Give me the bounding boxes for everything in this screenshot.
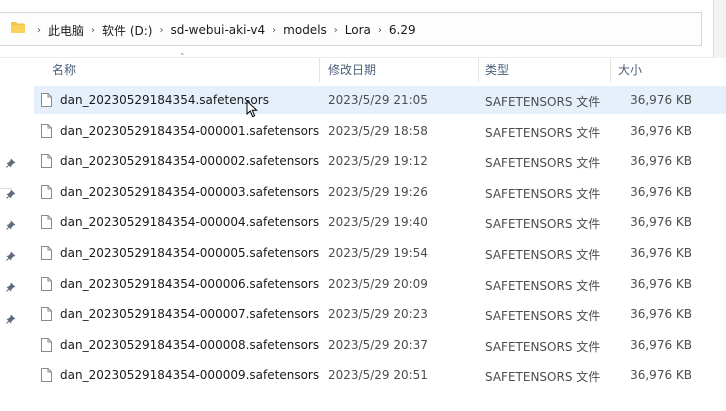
file-icon [41,154,52,169]
file-size: 36,976 KB [630,123,692,138]
column-header-date[interactable]: 修改日期 [328,61,376,78]
pin-icon[interactable] [6,158,16,168]
file-size: 36,976 KB [630,368,692,383]
file-type: SAFETENSORS 文件 [485,95,601,109]
file-icon [41,215,52,230]
pin-icon[interactable] [6,251,16,261]
breadcrumb-item[interactable]: Lora [345,23,371,37]
chevron-right-icon[interactable]: › [37,25,41,36]
sort-up-icon[interactable]: ˄ [180,53,185,63]
file-icon [41,307,52,322]
file-date: 2023/5/29 19:26 [328,184,428,199]
file-type: SAFETENSORS 文件 [485,217,601,232]
file-size: 36,976 KB [630,246,692,260]
breadcrumb: › 此电脑 › 软件 (D:) › sd-webui-aki-v4 › models › Lora… [30,22,416,38]
address-bar: › 此电脑 › 软件 (D:) › sd-webui-aki-v4 › models › Lora… [0,0,726,58]
file-row[interactable]: dan_20230529184354-000008.safetensors 202… [34,331,726,359]
file-type: SAFETENSORS 文件 [485,156,601,171]
column-divider[interactable] [610,58,611,82]
file-row[interactable]: dan_20230529184354-000006.safetensors 202… [34,270,726,298]
file-type: SAFETENSORS 文件 [485,248,601,262]
pin-icon[interactable] [6,220,16,230]
file-date: 2023/5/29 20:51 [328,368,428,383]
file-type: SAFETENSORS 文件 [485,125,601,140]
file-row[interactable]: dan_20230529184354-000003.safetensors 202… [34,178,726,206]
file-icon [41,337,52,352]
file-size: 36,976 KB [630,154,692,169]
column-divider[interactable] [478,58,479,82]
chevron-right-icon[interactable]: › [272,25,276,36]
file-date: 2023/5/29 19:54 [328,246,428,260]
folder-icon [11,22,25,33]
file-icon [41,368,52,383]
file-row[interactable]: dan_20230529184354-000001.safetensors 202… [34,117,726,145]
chevron-right-icon[interactable]: › [378,25,382,36]
file-name: dan_20230529184354-000007.safetensors [60,307,320,322]
file-date: 2023/5/29 20:09 [328,276,428,291]
file-row[interactable]: dan_20230529184354-000007.safetensors 202… [34,300,726,328]
file-row[interactable]: dan_20230529184354-000004.safetensors 202… [34,208,726,236]
file-size: 36,976 KB [630,184,692,199]
pin-icon[interactable] [6,314,16,324]
chevron-right-icon[interactable]: › [334,25,338,36]
file-name: dan_20230529184354-000008.safetensors [60,337,320,352]
file-name: dan_20230529184354-000006.safetensors [60,276,320,291]
file-name: dan_20230529184354-000003.safetensors [60,184,320,199]
file-size: 36,976 KB [630,337,692,352]
file-list: ˄ 名称 修改日期 类型 大小 dan_20230529184354.safet… [34,53,726,411]
column-header-type[interactable]: 类型 [485,61,509,78]
file-type: SAFETENSORS 文件 [485,278,601,293]
file-size: 36,976 KB [630,276,692,291]
breadcrumb-item[interactable]: 此电脑 [48,22,84,39]
pin-icon[interactable] [6,189,16,199]
file-row[interactable]: dan_20230529184354-000005.safetensors 202… [34,239,726,267]
file-name: dan_20230529184354-000002.safetensors [60,154,320,169]
file-date: 2023/5/29 21:05 [328,93,428,107]
file-row[interactable]: dan_20230529184354-000009.safetensors 202… [34,361,726,389]
file-date: 2023/5/29 20:37 [328,337,428,352]
file-type: SAFETENSORS 文件 [485,309,601,324]
column-divider[interactable] [319,58,320,82]
file-icon [41,93,52,107]
file-row[interactable]: dan_20230529184354.safetensors 2023/5/29 … [34,86,726,114]
breadcrumb-item[interactable]: 6.29 [389,23,416,37]
file-icon [41,123,52,138]
file-name: dan_20230529184354-000001.safetensors [60,123,320,138]
file-name: dan_20230529184354-000005.safetensors [60,246,320,260]
file-name: dan_20230529184354-000004.safetensors [60,215,320,230]
file-type: SAFETENSORS 文件 [485,339,601,354]
file-type: SAFETENSORS 文件 [485,370,601,385]
pin-icon[interactable] [6,282,16,292]
file-icon [41,184,52,199]
file-size: 36,976 KB [630,307,692,322]
breadcrumb-item[interactable]: sd-webui-aki-v4 [170,23,265,37]
breadcrumb-item[interactable]: 软件 (D:) [102,22,152,39]
file-size: 36,976 KB [630,93,692,107]
file-row[interactable]: dan_20230529184354-000002.safetensors 202… [34,147,726,175]
column-header-name[interactable]: 名称 [52,61,76,78]
mouse-cursor-icon [246,100,258,118]
file-date: 2023/5/29 19:12 [328,154,428,169]
file-icon [41,276,52,291]
file-icon [41,246,52,260]
chevron-right-icon[interactable]: › [91,25,95,36]
navigation-pane [0,58,22,411]
breadcrumb-item[interactable]: models [283,23,327,37]
file-date: 2023/5/29 19:40 [328,215,428,230]
file-date: 2023/5/29 18:58 [328,123,428,138]
file-size: 36,976 KB [630,215,692,230]
address-bar-edge [713,0,726,58]
file-type: SAFETENSORS 文件 [485,186,601,201]
file-name: dan_20230529184354-000009.safetensors [60,368,320,383]
column-header-size[interactable]: 大小 [618,61,642,78]
chevron-right-icon[interactable]: › [159,25,163,36]
file-name: dan_20230529184354.safetensors [60,93,269,107]
file-date: 2023/5/29 20:23 [328,307,428,322]
column-header-row: ˄ 名称 修改日期 类型 大小 [34,53,726,82]
